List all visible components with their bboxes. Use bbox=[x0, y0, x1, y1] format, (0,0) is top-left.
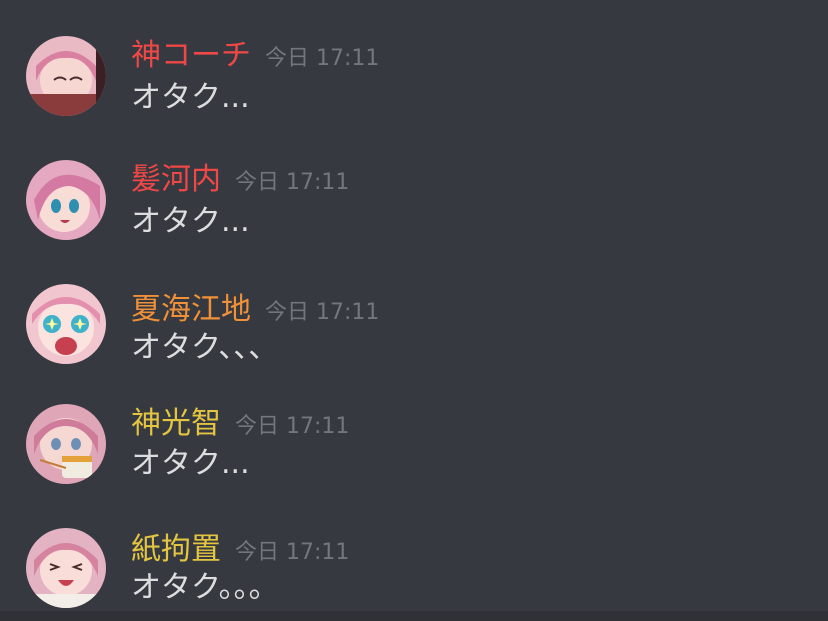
avatar-image bbox=[26, 404, 106, 484]
timestamp: 今日 17:11 bbox=[265, 300, 380, 325]
message-text: オタク、、、 bbox=[131, 330, 279, 365]
timestamp: 今日 17:11 bbox=[235, 414, 350, 439]
avatar-image bbox=[26, 284, 106, 364]
username[interactable]: 紙拘置 bbox=[131, 532, 221, 567]
timestamp: 今日 17:11 bbox=[235, 540, 350, 565]
user-avatar[interactable] bbox=[26, 404, 106, 484]
user-avatar[interactable] bbox=[26, 36, 106, 116]
username[interactable]: 神光智 bbox=[131, 406, 221, 441]
message-text: オタク... bbox=[131, 204, 250, 239]
chat-message: 神光智 今日 17:11 オタク... bbox=[0, 368, 828, 484]
avatar-image bbox=[26, 36, 106, 116]
chat-message: 髪河内 今日 17:11 オタク... bbox=[0, 124, 828, 240]
message-text: オタク... bbox=[131, 80, 250, 115]
user-avatar[interactable] bbox=[26, 284, 106, 364]
avatar-image bbox=[26, 528, 106, 608]
timestamp: 今日 17:11 bbox=[265, 46, 380, 71]
username[interactable]: 夏海江地 bbox=[131, 292, 251, 327]
username[interactable]: 神コーチ bbox=[131, 38, 251, 73]
timestamp: 今日 17:11 bbox=[235, 170, 350, 195]
message-text: オタク。。。 bbox=[131, 570, 279, 605]
chat-message: 夏海江地 今日 17:11 オタク、、、 bbox=[0, 254, 828, 365]
username[interactable]: 髪河内 bbox=[131, 162, 221, 197]
avatar-image bbox=[26, 160, 106, 240]
chat-message: 神コーチ 今日 17:11 オタク... bbox=[0, 0, 828, 116]
chat-message: 紙拘置 今日 17:11 オタク。。。 bbox=[0, 494, 828, 608]
user-avatar[interactable] bbox=[26, 160, 106, 240]
user-avatar[interactable] bbox=[26, 528, 106, 608]
message-input-area bbox=[0, 611, 828, 621]
message-text: オタク... bbox=[131, 446, 250, 481]
